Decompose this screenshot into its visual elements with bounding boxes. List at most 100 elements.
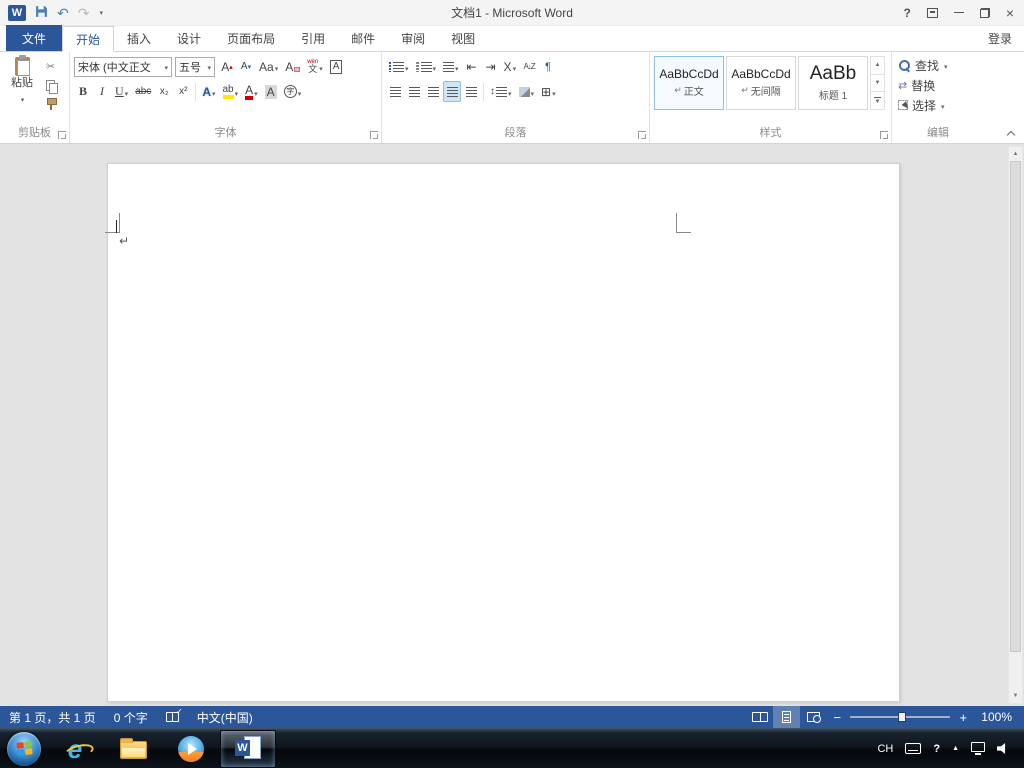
zoom-level[interactable]: 100%: [973, 710, 1024, 724]
scrollbar-thumb[interactable]: [1010, 161, 1021, 653]
word-app-icon[interactable]: W: [8, 4, 26, 21]
volume-icon[interactable]: [997, 743, 1006, 754]
numbering-button[interactable]: [413, 56, 440, 77]
strikethrough-button[interactable]: abc: [132, 81, 154, 102]
font-color-button[interactable]: A: [242, 81, 261, 102]
subscript-button[interactable]: x₂: [155, 81, 173, 102]
ime-help-icon[interactable]: ?: [933, 743, 940, 755]
sort-button[interactable]: A↓Z: [520, 56, 538, 77]
show-hide-marks-button[interactable]: ¶: [539, 56, 557, 77]
grow-font-button[interactable]: A: [218, 56, 236, 77]
italic-button[interactable]: I: [93, 81, 111, 102]
underline-button[interactable]: U: [112, 81, 131, 102]
close-button[interactable]: ×: [1006, 6, 1014, 20]
customize-qat-button[interactable]: [98, 8, 103, 17]
tab-page-layout[interactable]: 页面布局: [214, 25, 288, 51]
collapse-ribbon-button[interactable]: [1006, 129, 1016, 137]
tab-file[interactable]: 文件: [6, 25, 63, 51]
undo-button[interactable]: ↶: [57, 6, 69, 20]
scroll-up-button[interactable]: ▲: [1009, 147, 1022, 161]
font-name-select[interactable]: 宋体 (中文正文: [74, 56, 172, 77]
clear-formatting-button[interactable]: A: [282, 56, 303, 77]
tab-view[interactable]: 视图: [438, 25, 488, 51]
save-button[interactable]: [35, 5, 48, 20]
bullets-button[interactable]: [386, 56, 412, 77]
language-bar[interactable]: CH: [877, 743, 893, 755]
cut-button[interactable]: ✂: [46, 59, 58, 74]
clipboard-dialog-launcher[interactable]: [58, 131, 66, 139]
style-normal[interactable]: AaBbCcDd ↵ 正文: [654, 56, 724, 110]
character-border-button[interactable]: A: [327, 56, 346, 77]
sign-in-link[interactable]: 登录: [976, 30, 1024, 47]
taskbar-internet-explorer-button[interactable]: e: [46, 729, 104, 768]
align-left-button[interactable]: [386, 81, 404, 102]
decrease-indent-button[interactable]: ⇤: [463, 56, 481, 77]
align-center-button[interactable]: [405, 81, 423, 102]
document-page[interactable]: [107, 163, 900, 702]
text-effects-button[interactable]: A: [199, 81, 218, 102]
highlight-button[interactable]: ab: [220, 81, 242, 102]
format-painter-button[interactable]: [46, 97, 58, 112]
taskbar-explorer-button[interactable]: [104, 729, 162, 768]
shading-button[interactable]: [516, 81, 538, 102]
page-indicator[interactable]: 第 1 页，共 1 页: [0, 706, 105, 728]
align-right-button[interactable]: [424, 81, 442, 102]
font-dialog-launcher[interactable]: [370, 131, 378, 139]
multilevel-list-button[interactable]: [440, 56, 462, 77]
restore-button[interactable]: [979, 7, 990, 18]
tab-insert[interactable]: 插入: [114, 25, 164, 51]
styles-gallery-more-button[interactable]: ▼: [871, 92, 884, 109]
phonetic-guide-button[interactable]: wén 文: [304, 56, 326, 77]
tab-design[interactable]: 设计: [164, 25, 214, 51]
replace-button[interactable]: ⇄ 替换: [896, 75, 980, 95]
start-button[interactable]: [2, 729, 46, 768]
paste-button[interactable]: 粘贴: [4, 55, 40, 112]
zoom-slider[interactable]: [850, 712, 951, 722]
styles-scroll-up-button[interactable]: ▲: [871, 57, 884, 75]
display-tray-icon[interactable]: [971, 742, 985, 755]
taskbar-word-button[interactable]: W: [220, 729, 276, 768]
copy-button[interactable]: [46, 78, 58, 94]
scrollbar-track[interactable]: [1009, 161, 1022, 689]
vertical-scrollbar[interactable]: ▲ ▼: [1008, 146, 1023, 704]
font-size-select[interactable]: 五号: [175, 56, 215, 77]
line-spacing-button[interactable]: ↕: [487, 81, 515, 102]
tab-mailings[interactable]: 邮件: [338, 25, 388, 51]
help-button[interactable]: ?: [903, 6, 910, 20]
styles-dialog-launcher[interactable]: [880, 131, 888, 139]
print-layout-button[interactable]: [773, 706, 801, 728]
show-hidden-icons-button[interactable]: ▲: [952, 745, 959, 752]
keyboard-icon[interactable]: [905, 743, 922, 754]
ribbon-display-options-button[interactable]: [926, 7, 938, 18]
change-case-button[interactable]: Aa: [256, 56, 281, 77]
enclose-characters-button[interactable]: 字: [281, 81, 305, 102]
read-mode-button[interactable]: [746, 706, 773, 728]
paragraph-dialog-launcher[interactable]: [638, 131, 646, 139]
style-no-spacing[interactable]: AaBbCcDd ↵ 无间隔: [726, 56, 796, 110]
minimize-button[interactable]: [953, 12, 964, 13]
tab-home[interactable]: 开始: [62, 26, 115, 52]
web-layout-button[interactable]: [800, 706, 827, 728]
find-button[interactable]: 查找: [896, 55, 980, 75]
select-button[interactable]: 选择: [896, 95, 980, 115]
tab-references[interactable]: 引用: [288, 25, 338, 51]
taskbar-media-player-button[interactable]: [162, 729, 220, 768]
language-indicator[interactable]: 中文(中国): [188, 706, 262, 728]
redo-button[interactable]: ↷: [78, 6, 90, 20]
shrink-font-button[interactable]: A: [237, 56, 255, 77]
borders-button[interactable]: ⊞: [538, 81, 559, 102]
distribute-button[interactable]: [462, 81, 480, 102]
justify-button[interactable]: [443, 81, 461, 102]
zoom-slider-thumb[interactable]: [898, 712, 907, 722]
increase-indent-button[interactable]: ⇥: [482, 56, 500, 77]
style-heading-1[interactable]: AaBb 标题 1: [798, 56, 868, 110]
superscript-button[interactable]: x²: [174, 81, 192, 102]
asian-layout-button[interactable]: X: [501, 56, 520, 77]
styles-scroll-down-button[interactable]: ▼: [871, 75, 884, 93]
word-count[interactable]: 0 个字: [105, 706, 157, 728]
proofing-status[interactable]: [157, 706, 188, 728]
scroll-down-button[interactable]: ▼: [1009, 689, 1022, 703]
zoom-in-button[interactable]: +: [953, 710, 973, 725]
tab-review[interactable]: 审阅: [388, 25, 438, 51]
zoom-out-button[interactable]: −: [827, 710, 847, 725]
